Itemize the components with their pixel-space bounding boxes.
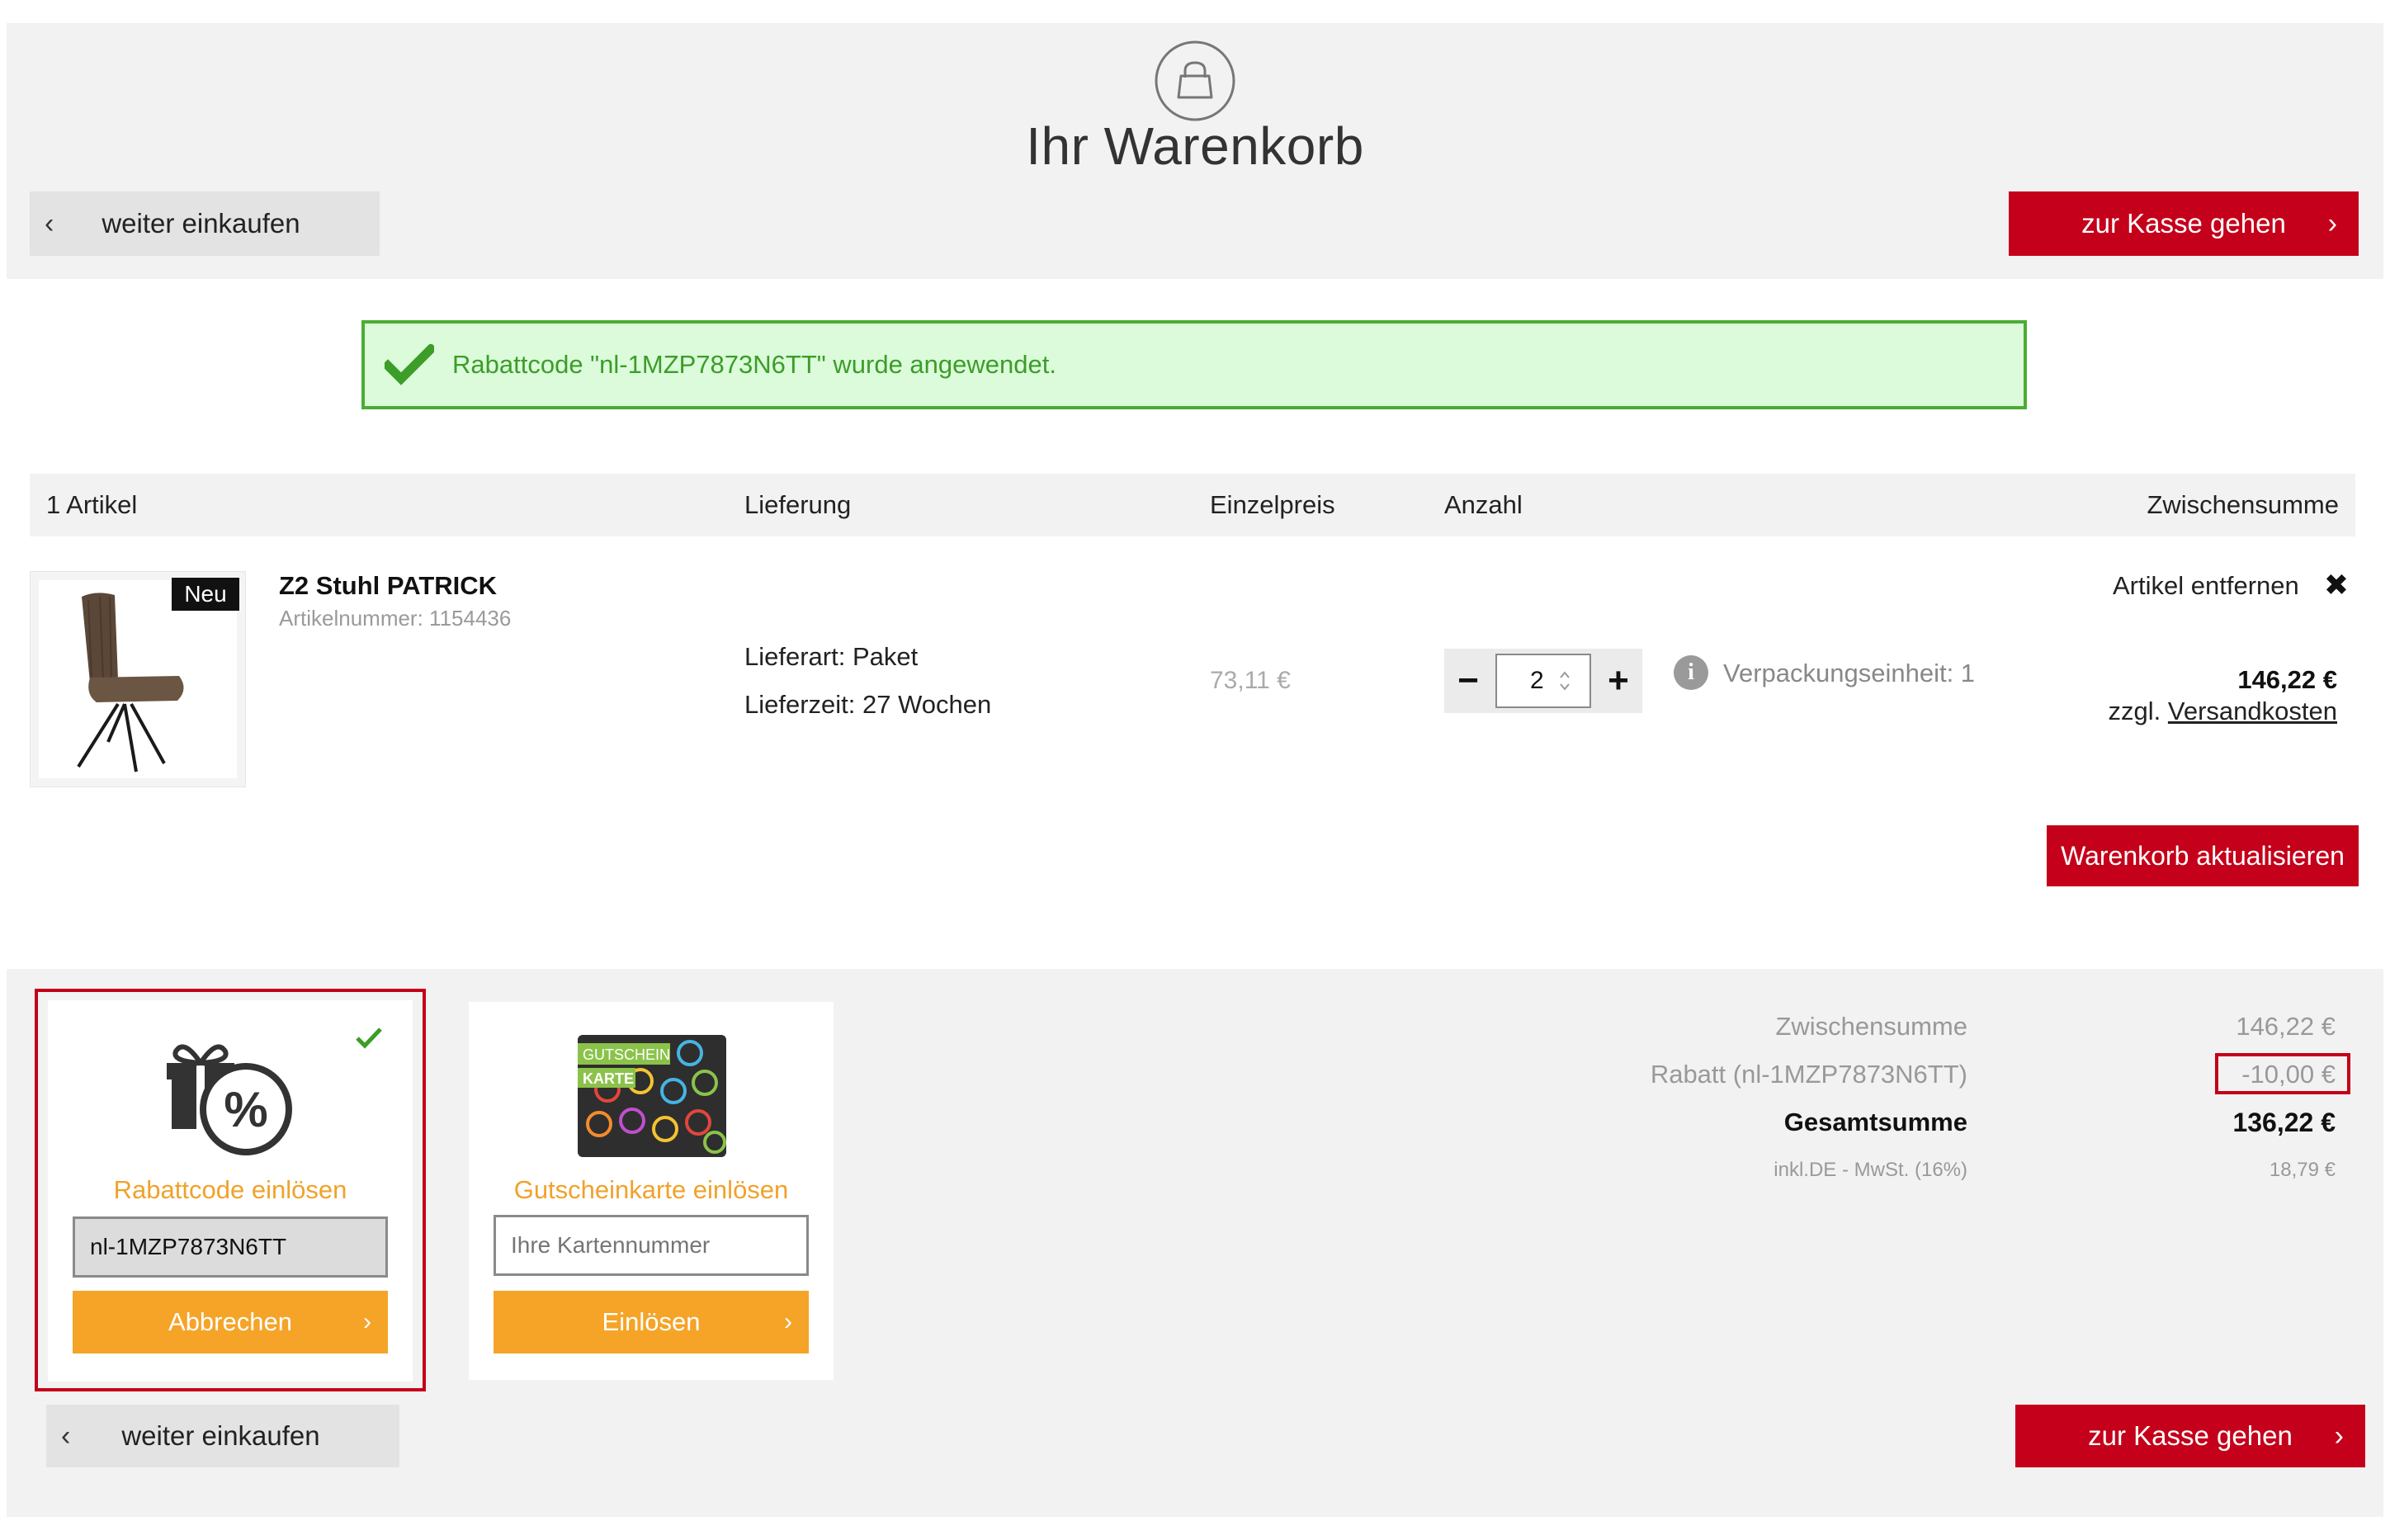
checkout-button[interactable]: zur Kasse gehen › (2009, 191, 2359, 256)
column-header-subtotal: Zwischensumme (2147, 490, 2339, 519)
close-icon[interactable]: ✖ (2322, 568, 2350, 602)
shopping-bag-icon (1155, 40, 1235, 121)
increase-quantity-button[interactable]: + (1594, 649, 1642, 713)
quantity-input[interactable] (1495, 654, 1591, 708)
checkmark-icon (356, 1027, 382, 1049)
checkout-label: zur Kasse gehen (2088, 1420, 2293, 1451)
success-alert: Rabattcode "nl-1MZP7873N6TT" wurde angew… (361, 320, 2027, 409)
summary-total-value: 136,22 € (2232, 1108, 2336, 1137)
chevron-right-icon: › (2334, 1420, 2344, 1452)
delivery-type: Lieferart: Paket (744, 642, 919, 671)
coupon-card: % Rabattcode einlösen Abbrechen › (48, 1000, 413, 1382)
remove-item-label[interactable]: Artikel entfernen (2113, 571, 2299, 601)
continue-shopping-label: weiter einkaufen (102, 208, 300, 239)
quantity-stepper: − + (1444, 649, 1642, 713)
unit-price: 73,11 € (1210, 667, 1291, 694)
redeem-gift-card-button[interactable]: Einlösen › (494, 1291, 809, 1353)
gift-card-panel: GUTSCHEIN KARTE Gutscheinkarte einlösen … (469, 1002, 834, 1380)
gift-card-line1: GUTSCHEIN (583, 1046, 670, 1063)
alert-message: Rabattcode "nl-1MZP7873N6TT" wurde angew… (452, 350, 1056, 379)
summary-subtotal-value: 146,22 € (2236, 1012, 2336, 1041)
delivery-time: Lieferzeit: 27 Wochen (744, 690, 992, 719)
chevron-right-icon: › (2327, 207, 2337, 239)
update-cart-button[interactable]: Warenkorb aktualisieren (2047, 825, 2359, 886)
product-sku: Artikelnummer: 1154436 (279, 606, 512, 631)
item-subtotal: 146,22 € (2237, 665, 2337, 694)
shipping-note: zzgl. Versandkosten (2109, 697, 2337, 726)
continue-shopping-button-bottom[interactable]: ‹ weiter einkaufen (46, 1405, 399, 1467)
gift-card-icon: GUTSCHEIN KARTE (578, 1035, 726, 1157)
checkout-button-bottom[interactable]: zur Kasse gehen › (2015, 1405, 2365, 1467)
product-name[interactable]: Z2 Stuhl PATRICK (279, 571, 497, 601)
redeem-gift-card-label: Einlösen (602, 1307, 701, 1336)
packaging-unit: Verpackungseinheit: 1 (1723, 659, 1976, 687)
decrease-quantity-button[interactable]: − (1444, 649, 1492, 713)
checkout-label: zur Kasse gehen (2081, 208, 2286, 239)
shipping-prefix: zzgl. (2108, 697, 2161, 725)
checkmark-icon (385, 344, 434, 385)
coupon-code-input[interactable] (73, 1216, 388, 1278)
gift-card-title: Gutscheinkarte einlösen (513, 1175, 789, 1204)
info-icon[interactable]: i (1674, 655, 1708, 690)
chevron-left-icon: ‹ (45, 207, 54, 239)
chevron-right-icon: › (784, 1308, 792, 1335)
summary-subtotal-label: Zwischensumme (1775, 1012, 1967, 1041)
column-header-delivery: Lieferung (744, 490, 852, 519)
summary-tax-label: inkl.DE - MwSt. (16%) (1774, 1159, 1967, 1181)
cancel-coupon-label: Abbrechen (168, 1307, 292, 1336)
continue-shopping-button[interactable]: ‹ weiter einkaufen (30, 191, 380, 256)
summary-tax-value: 18,79 € (2269, 1159, 2336, 1181)
continue-shopping-label: weiter einkaufen (121, 1420, 320, 1451)
gift-card-line2: KARTE (583, 1070, 634, 1087)
cart-table-header: 1 Artikel Lieferung Einzelpreis Anzahl Z… (30, 474, 2355, 536)
gift-card-number-input[interactable] (494, 1215, 809, 1276)
shipping-costs-link[interactable]: Versandkosten (2168, 697, 2337, 725)
new-badge: Neu (172, 578, 239, 611)
page-title: Ihr Warenkorb (1026, 116, 1364, 176)
svg-text:%: % (224, 1082, 267, 1137)
spinner-arrows-icon[interactable] (1558, 668, 1571, 693)
column-header-unit-price: Einzelpreis (1210, 490, 1335, 519)
summary-discount-label: Rabatt (nl-1MZP7873N6TT) (1650, 1060, 1967, 1089)
discount-highlight (2215, 1053, 2350, 1094)
chevron-left-icon: ‹ (61, 1420, 71, 1452)
column-header-items: 1 Artikel (46, 490, 138, 519)
cancel-coupon-button[interactable]: Abbrechen › (73, 1291, 388, 1353)
coupon-title: Rabattcode einlösen (113, 1175, 347, 1204)
summary-total-label: Gesamtsumme (1783, 1108, 1967, 1136)
chevron-right-icon: › (363, 1308, 371, 1335)
gift-percent-icon: % (167, 1044, 292, 1155)
column-header-quantity: Anzahl (1444, 490, 1523, 519)
